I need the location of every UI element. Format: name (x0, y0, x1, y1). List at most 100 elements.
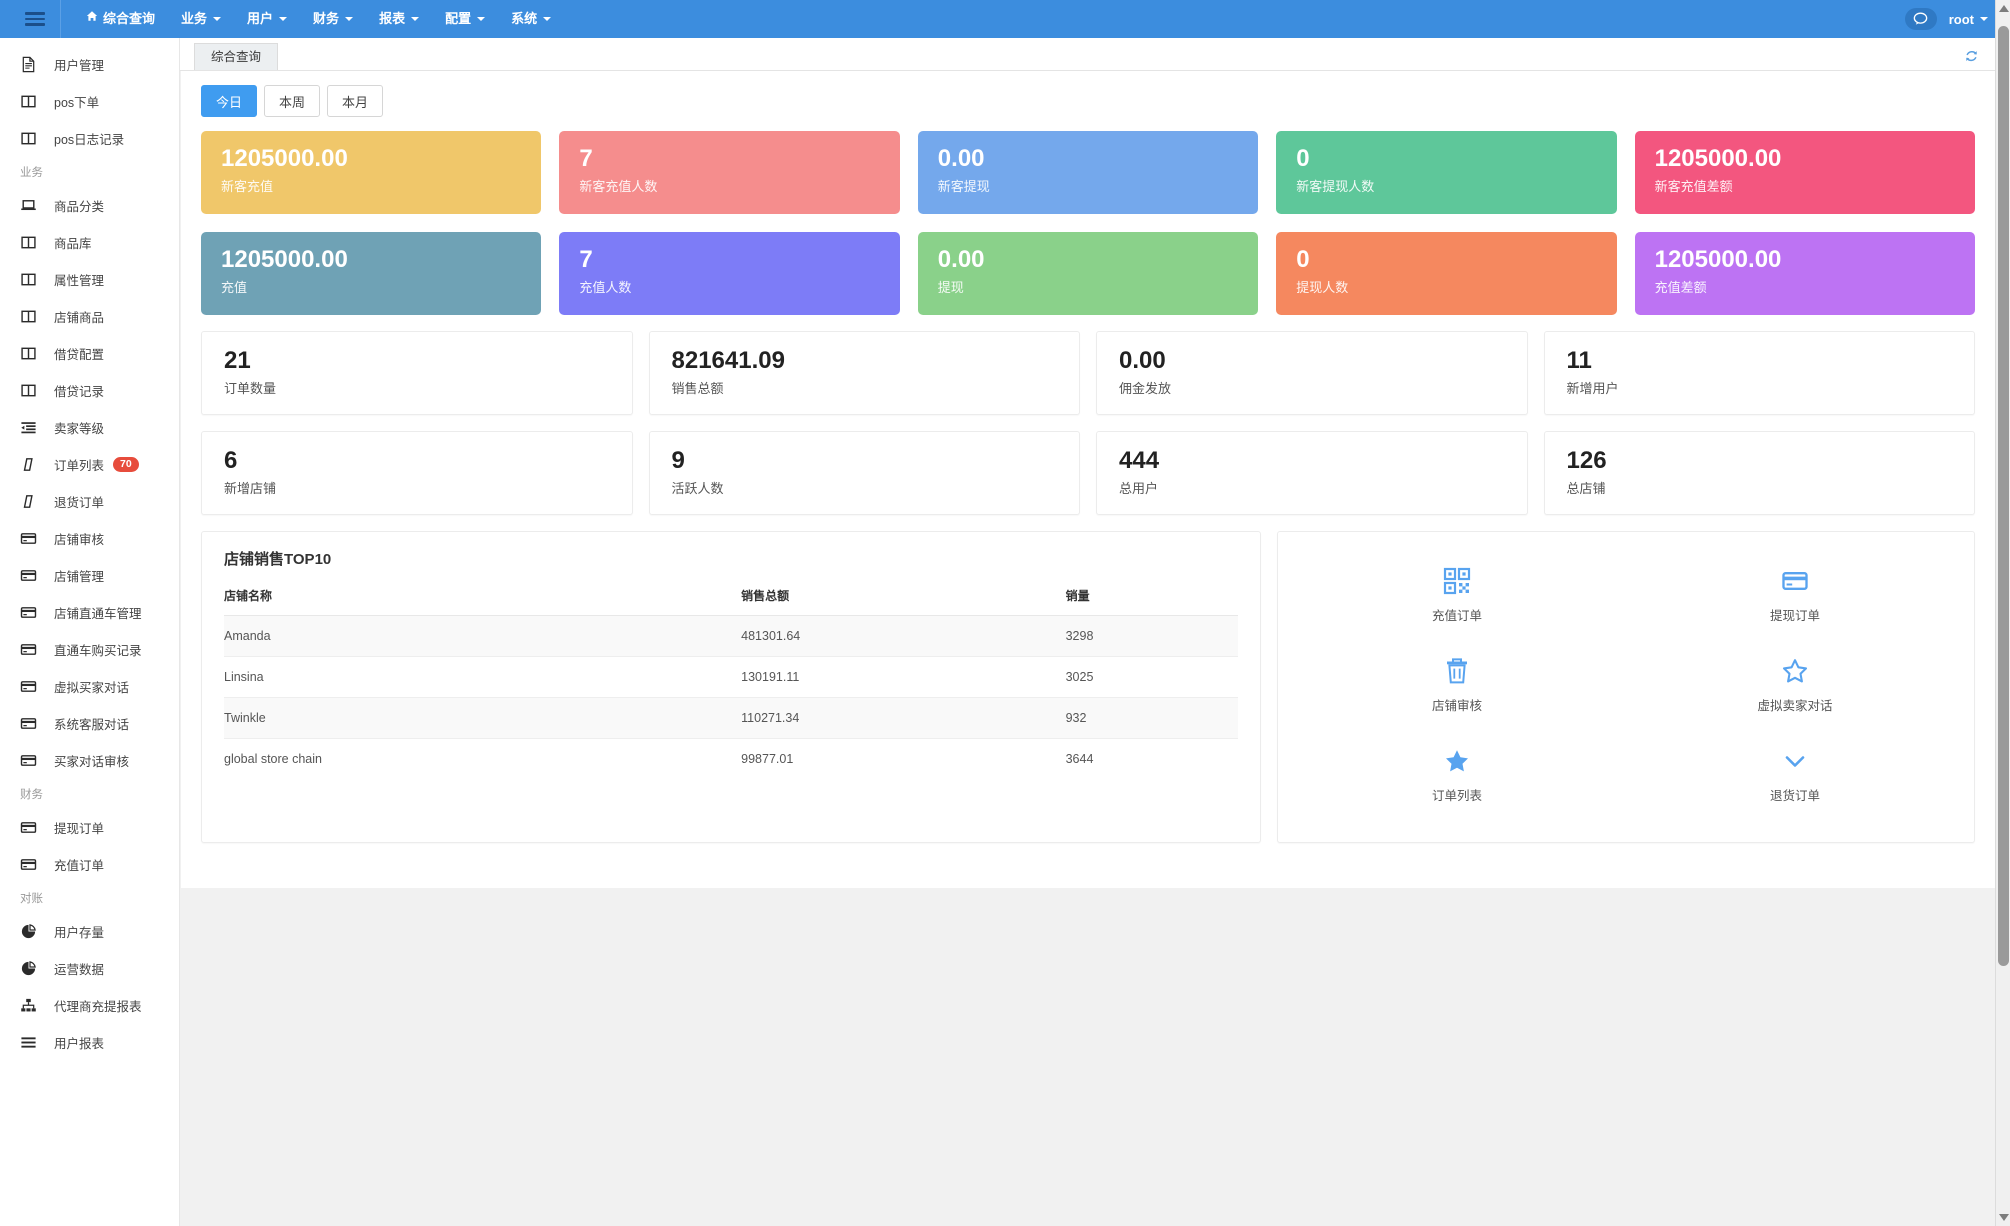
quick-link-5[interactable]: 退货订单 (1626, 734, 1964, 816)
white-stat-card-2: 0.00 佣金发放 (1096, 331, 1528, 415)
sidebar-item-1-1[interactable]: 商品库 (0, 224, 179, 261)
navbar-menu: 综合查询 业务 用户 财务 报表 配置 系统 (73, 0, 564, 38)
chevron-down-icon (477, 17, 486, 21)
status-badge: 70 (113, 456, 139, 473)
navbar-item-0[interactable]: 综合查询 (73, 0, 168, 38)
table-row: Linsina 130191.11 3025 (224, 656, 1238, 698)
quick-link-label: 虚拟卖家对话 (1757, 699, 1833, 713)
navbar-item-5[interactable]: 配置 (432, 0, 498, 38)
chevron-down-icon (411, 17, 420, 21)
sidebar-item-1-8[interactable]: 退货订单 (0, 483, 179, 520)
sidebar-item-0-0[interactable]: 用户管理 (0, 46, 179, 83)
stat-label: 充值差额 (1654, 279, 1707, 295)
cell-sales-volume: 3298 (1065, 615, 1238, 657)
column-header-store-name: 店铺名称 (224, 579, 742, 616)
quick-link-0[interactable]: 充值订单 (1288, 554, 1626, 636)
cell-sales-volume: 3025 (1065, 656, 1238, 698)
sidebar-item-3-1[interactable]: 运营数据 (0, 950, 179, 987)
sidebar-item-label: 买家对话审核 (54, 755, 130, 769)
navbar-item-6[interactable]: 系统 (498, 0, 564, 38)
sidebar-item-1-2[interactable]: 属性管理 (0, 261, 179, 298)
stat-label: 订单数量 (224, 380, 277, 396)
sidebar-item-1-14[interactable]: 系统客服对话 (0, 705, 179, 742)
sidebar-item-1-5[interactable]: 借贷记录 (0, 372, 179, 409)
credit-card-icon (20, 604, 42, 622)
color-stat-grid: 1205000.00 新客充值 7 新客充值人数 0.00 新客提现 0 新客提现人数 1205… (201, 131, 1975, 315)
quick-link-3[interactable]: 虚拟卖家对话 (1626, 644, 1964, 726)
period-button-1[interactable]: 本周 (264, 85, 321, 117)
scrollbar-thumb[interactable] (1998, 26, 2009, 966)
sidebar-item-1-10[interactable]: 店铺管理 (0, 557, 179, 594)
sidebar-item-2-0[interactable]: 提现订单 (0, 809, 179, 846)
top10-table: 店铺名称 销售总额 销量 Amanda 481301.64 3298 Linsina 1… (224, 579, 1238, 779)
sidebar-item-1-6[interactable]: 卖家等级 (0, 409, 179, 446)
stat-label: 充值人数 (579, 279, 632, 295)
white-stat-card-1: 821641.09 销售总额 (648, 331, 1080, 415)
quick-link-4[interactable]: 订单列表 (1288, 734, 1626, 816)
navbar-item-4[interactable]: 报表 (366, 0, 432, 38)
navbar-item-1[interactable]: 业务 (168, 0, 234, 38)
tab-comprehensive-query[interactable]: 综合查询 (194, 43, 279, 70)
sidebar-item-1-15[interactable]: 买家对话审核 (0, 742, 179, 779)
navbar-item-label: 配置 (445, 11, 472, 26)
navbar-item-label: 用户 (247, 11, 274, 26)
dashboard-page: 今日 本周 本月 1205000.00 新客充值 7 新客充值人数 0.00 新客提现 0 新客提… (181, 71, 1995, 888)
sidebar-item-label: 卖家等级 (54, 422, 105, 436)
columns-icon (20, 271, 42, 289)
sidebar-item-label: pos下单 (54, 96, 100, 110)
sidebar-item-3-2[interactable]: 代理商充提报表 (0, 987, 179, 1024)
top-navbar: 综合查询 业务 用户 财务 报表 配置 系统 root (0, 0, 2010, 38)
columns-icon (20, 382, 42, 400)
stat-value: 0.00 (1119, 347, 1166, 374)
chevron-down-icon (1781, 746, 1809, 776)
page-scrollbar[interactable] (1995, 0, 2010, 1226)
quick-link-2[interactable]: 店铺审核 (1288, 644, 1626, 726)
sidebar-item-1-3[interactable]: 店铺商品 (0, 298, 179, 335)
top10-panel: 店铺销售TOP10 店铺名称 销售总额 销量 Amanda 481301.64 32… (201, 531, 1261, 843)
white-stat-card-0: 21 订单数量 (201, 331, 633, 415)
period-button-0[interactable]: 今日 (201, 85, 258, 117)
sidebar-item-1-0[interactable]: 商品分类 (0, 187, 179, 224)
chat-bubble-icon[interactable] (1904, 8, 1937, 30)
cell-total-sales: 130191.11 (741, 656, 1066, 698)
indent-icon (20, 419, 42, 437)
sidebar-item-3-0[interactable]: 用户存量 (0, 913, 179, 950)
sidebar-item-1-9[interactable]: 店铺审核 (0, 520, 179, 557)
stat-label: 佣金发放 (1119, 380, 1172, 396)
quick-link-label: 订单列表 (1431, 789, 1482, 803)
scroll-down-arrow-icon[interactable] (1999, 1214, 2009, 1221)
sidebar-item-1-4[interactable]: 借贷配置 (0, 335, 179, 372)
stat-value: 7 (579, 246, 593, 273)
sidebar-item-1-7[interactable]: 订单列表 70 (0, 446, 179, 483)
cell-total-sales: 99877.01 (741, 752, 794, 766)
quick-link-1[interactable]: 提现订单 (1626, 554, 1964, 636)
period-button-2[interactable]: 本月 (327, 85, 384, 117)
columns-icon (20, 234, 42, 252)
user-name-label: root (1948, 11, 1974, 27)
credit-card-icon (20, 530, 42, 548)
user-menu[interactable]: root (1949, 12, 1988, 27)
tilted-rect-icon (20, 493, 42, 511)
sidebar-item-2-1[interactable]: 充值订单 (0, 846, 179, 883)
stat-value: 821641.09 (671, 347, 785, 374)
navbar-item-3[interactable]: 财务 (300, 0, 366, 38)
navbar-corner (0, 0, 10, 38)
navbar-item-label: 综合查询 (103, 11, 156, 26)
sidebar-item-1-11[interactable]: 店铺直通车管理 (0, 594, 179, 631)
sidebar-item-1-12[interactable]: 直通车购买记录 (0, 631, 179, 668)
refresh-icon[interactable] (1964, 49, 1979, 64)
cell-total-sales: 481301.64 (741, 615, 1066, 657)
sidebar-item-0-1[interactable]: pos下单 (0, 83, 179, 120)
sidebar-item-1-13[interactable]: 虚拟买家对话 (0, 668, 179, 705)
sidebar-group-label: 业务 (20, 167, 43, 179)
sidebar-item-0-2[interactable]: pos日志记录 (0, 120, 179, 157)
navbar-item-2[interactable]: 用户 (234, 0, 300, 38)
quick-link-label: 店铺审核 (1431, 699, 1482, 713)
document-icon (20, 56, 42, 74)
sidebar-item-label: 直通车购买记录 (54, 644, 142, 658)
scroll-up-arrow-icon[interactable] (1999, 5, 2009, 12)
stat-value: 7 (579, 145, 593, 172)
sidebar-item-3-3[interactable]: 用户报表 (0, 1024, 179, 1061)
hamburger-icon[interactable] (10, 0, 60, 38)
color-stat-card-0: 1205000.00 新客充值 (201, 131, 542, 214)
